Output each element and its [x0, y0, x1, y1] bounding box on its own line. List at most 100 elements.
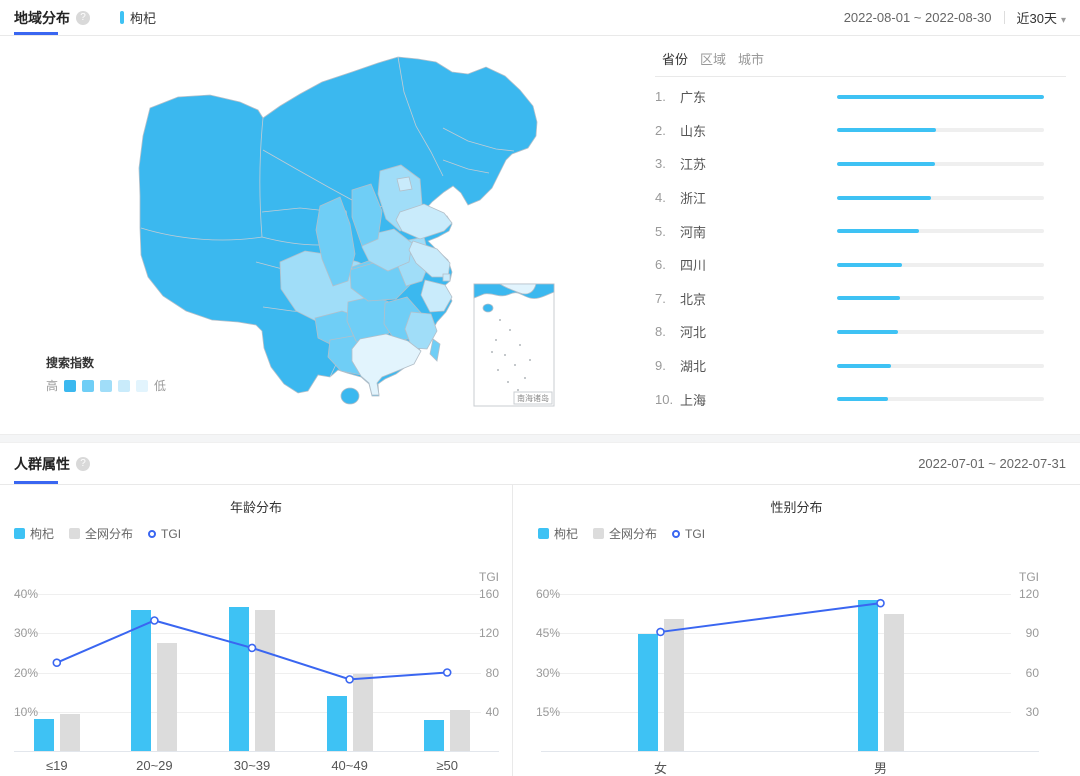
tgi-point	[444, 669, 451, 676]
age-chart-plot: 40%16030%12020%8010%40TGI≤1920~2930~3940…	[0, 485, 512, 776]
gender-chart-plot: 60%12045%9030%6015%30TGI女男	[513, 485, 1080, 776]
tgi-line	[513, 485, 1080, 776]
section-separator	[0, 434, 1080, 443]
map-legend: 搜索指数 高 低	[46, 354, 166, 394]
caret-down-icon: ▾	[1061, 15, 1066, 26]
rank-bar-fill	[837, 296, 900, 300]
period-label: 近30天	[1017, 11, 1057, 26]
inset-label: 南海诸岛	[517, 393, 549, 403]
map-legend-high-label: 高	[46, 377, 58, 394]
ranking-row: 9.湖北	[655, 349, 1066, 383]
map-legend-swatch-3	[100, 380, 112, 392]
rank-number: 3.	[655, 156, 680, 171]
age-distribution-chart: 年龄分布 枸杞全网分布TGI 40%16030%12020%8010%40TGI…	[0, 485, 512, 776]
demo-section-title: 人群属性	[14, 454, 70, 474]
rank-number: 7.	[655, 291, 680, 306]
rank-number: 2.	[655, 123, 680, 138]
rank-bar-fill	[837, 95, 1044, 99]
province-taiwan[interactable]	[430, 339, 440, 361]
tgi-point	[346, 676, 353, 683]
map-legend-swatch-5	[136, 380, 148, 392]
rank-bar-track	[837, 397, 1044, 401]
rank-number: 6.	[655, 257, 680, 272]
rank-bar-fill	[837, 397, 888, 401]
rank-bar-track	[837, 263, 1044, 267]
rank-number: 5.	[655, 224, 680, 239]
ranking-row: 8.河北	[655, 315, 1066, 349]
rank-bar-fill	[837, 229, 919, 233]
ranking-row: 6.四川	[655, 248, 1066, 282]
map-legend-swatch-1	[64, 380, 76, 392]
province-beijing[interactable]	[397, 177, 412, 191]
ranking-row: 7.北京	[655, 282, 1066, 316]
demographics-section: 人群属性 ? 2022-07-01 ~ 2022-07-31 年龄分布 枸杞全网…	[0, 443, 1080, 775]
province-name: 浙江	[680, 188, 706, 207]
rank-bar-track	[837, 128, 1044, 132]
province-ranking-panel: 省份区域城市 1.广东2.山东3.江苏4.浙江5.河南6.四川7.北京8.河北9…	[655, 45, 1066, 416]
demo-section-header: 人群属性 ? 2022-07-01 ~ 2022-07-31	[0, 443, 1080, 484]
rank-bar-track	[837, 95, 1044, 99]
header-vertical-divider	[1004, 11, 1005, 24]
province-name: 河南	[680, 222, 706, 241]
demo-date-range: 2022-07-01 ~ 2022-07-31	[918, 456, 1066, 471]
province-name: 广东	[680, 87, 706, 106]
charts-row: 年龄分布 枸杞全网分布TGI 40%16030%12020%8010%40TGI…	[0, 485, 1080, 776]
tgi-point	[657, 628, 664, 635]
ranking-tab-1[interactable]: 省份	[662, 49, 688, 68]
rank-bar-track	[837, 162, 1044, 166]
province-shanghai[interactable]	[443, 274, 450, 281]
map-legend-low-label: 低	[154, 377, 166, 394]
ranking-row: 10.上海	[655, 382, 1066, 416]
rank-bar-fill	[837, 364, 891, 368]
map-legend-swatches	[64, 380, 148, 392]
map-legend-swatch-2	[82, 380, 94, 392]
ranking-tabs: 省份区域城市	[655, 45, 1066, 76]
tgi-point	[151, 617, 158, 624]
rank-bar-fill	[837, 128, 936, 132]
rank-bar-track	[837, 330, 1044, 334]
ranking-row: 5.河南	[655, 214, 1066, 248]
rank-bar-fill	[837, 263, 902, 267]
ranking-tab-2[interactable]: 区域	[700, 49, 726, 68]
rank-bar-fill	[837, 330, 898, 334]
rank-bar-track	[837, 229, 1044, 233]
rank-bar-fill	[837, 196, 931, 200]
province-name: 山东	[680, 121, 706, 140]
ranking-row: 2.山东	[655, 114, 1066, 148]
geo-distribution-section: 地域分布 ? 枸杞 2022-08-01 ~ 2022-08-30 近30天▾	[0, 0, 1080, 434]
ranking-row: 1.广东	[655, 80, 1066, 114]
rank-number: 10.	[655, 392, 680, 407]
rank-number: 4.	[655, 190, 680, 205]
ranking-row: 3.江苏	[655, 147, 1066, 181]
map-legend-swatch-4	[118, 380, 130, 392]
ranking-tab-3[interactable]: 城市	[738, 49, 764, 68]
rank-number: 8.	[655, 324, 680, 339]
period-dropdown[interactable]: 近30天 ▾	[1017, 8, 1067, 27]
province-name: 河北	[680, 322, 706, 341]
province-name: 北京	[680, 289, 706, 308]
province-guangdong[interactable]	[352, 334, 421, 395]
demo-active-underline	[14, 481, 58, 484]
tgi-line	[0, 485, 512, 776]
rank-number: 9.	[655, 358, 680, 373]
demo-help-icon[interactable]: ?	[76, 457, 90, 471]
province-name: 湖北	[680, 356, 706, 375]
rank-bar-track	[837, 196, 1044, 200]
rank-number: 1.	[655, 89, 680, 104]
tgi-point	[249, 644, 256, 651]
map-legend-title: 搜索指数	[46, 354, 166, 371]
province-hainan[interactable]	[341, 388, 359, 404]
gender-distribution-chart: 性别分布 枸杞全网分布TGI 60%12045%9030%6015%30TGI女…	[513, 485, 1080, 776]
geo-date-range: 2022-08-01 ~ 2022-08-30	[844, 10, 992, 25]
ranking-row: 4.浙江	[655, 181, 1066, 215]
tgi-point	[53, 659, 60, 666]
province-ranking-list: 1.广东2.山东3.江苏4.浙江5.河南6.四川7.北京8.河北9.湖北10.上…	[655, 77, 1066, 416]
rank-bar-fill	[837, 162, 935, 166]
south-china-sea-inset: 南海诸岛	[474, 284, 554, 406]
rank-bar-track	[837, 296, 1044, 300]
province-name: 四川	[680, 255, 706, 274]
province-name: 江苏	[680, 154, 706, 173]
rank-bar-track	[837, 364, 1044, 368]
province-name: 上海	[680, 390, 706, 409]
tgi-point	[877, 600, 884, 607]
